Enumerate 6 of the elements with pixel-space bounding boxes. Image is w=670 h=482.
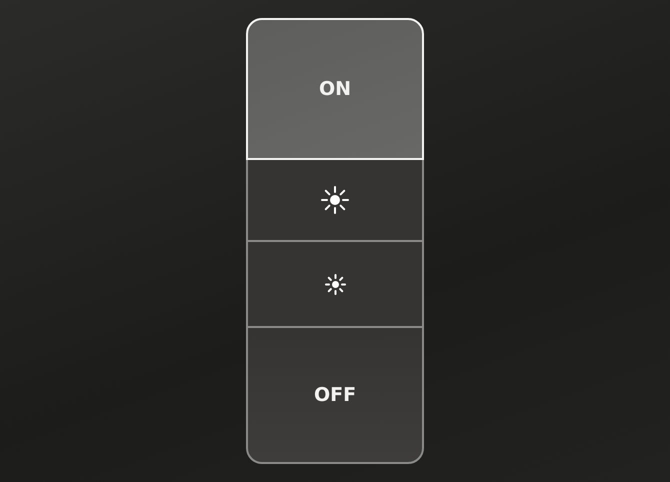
sun-icon [321, 186, 349, 214]
brighten-button[interactable] [246, 158, 424, 242]
dim-button[interactable] [246, 240, 424, 328]
on-button[interactable]: ON [246, 18, 424, 160]
off-button[interactable]: OFF [246, 326, 424, 464]
sun-icon [324, 274, 346, 294]
